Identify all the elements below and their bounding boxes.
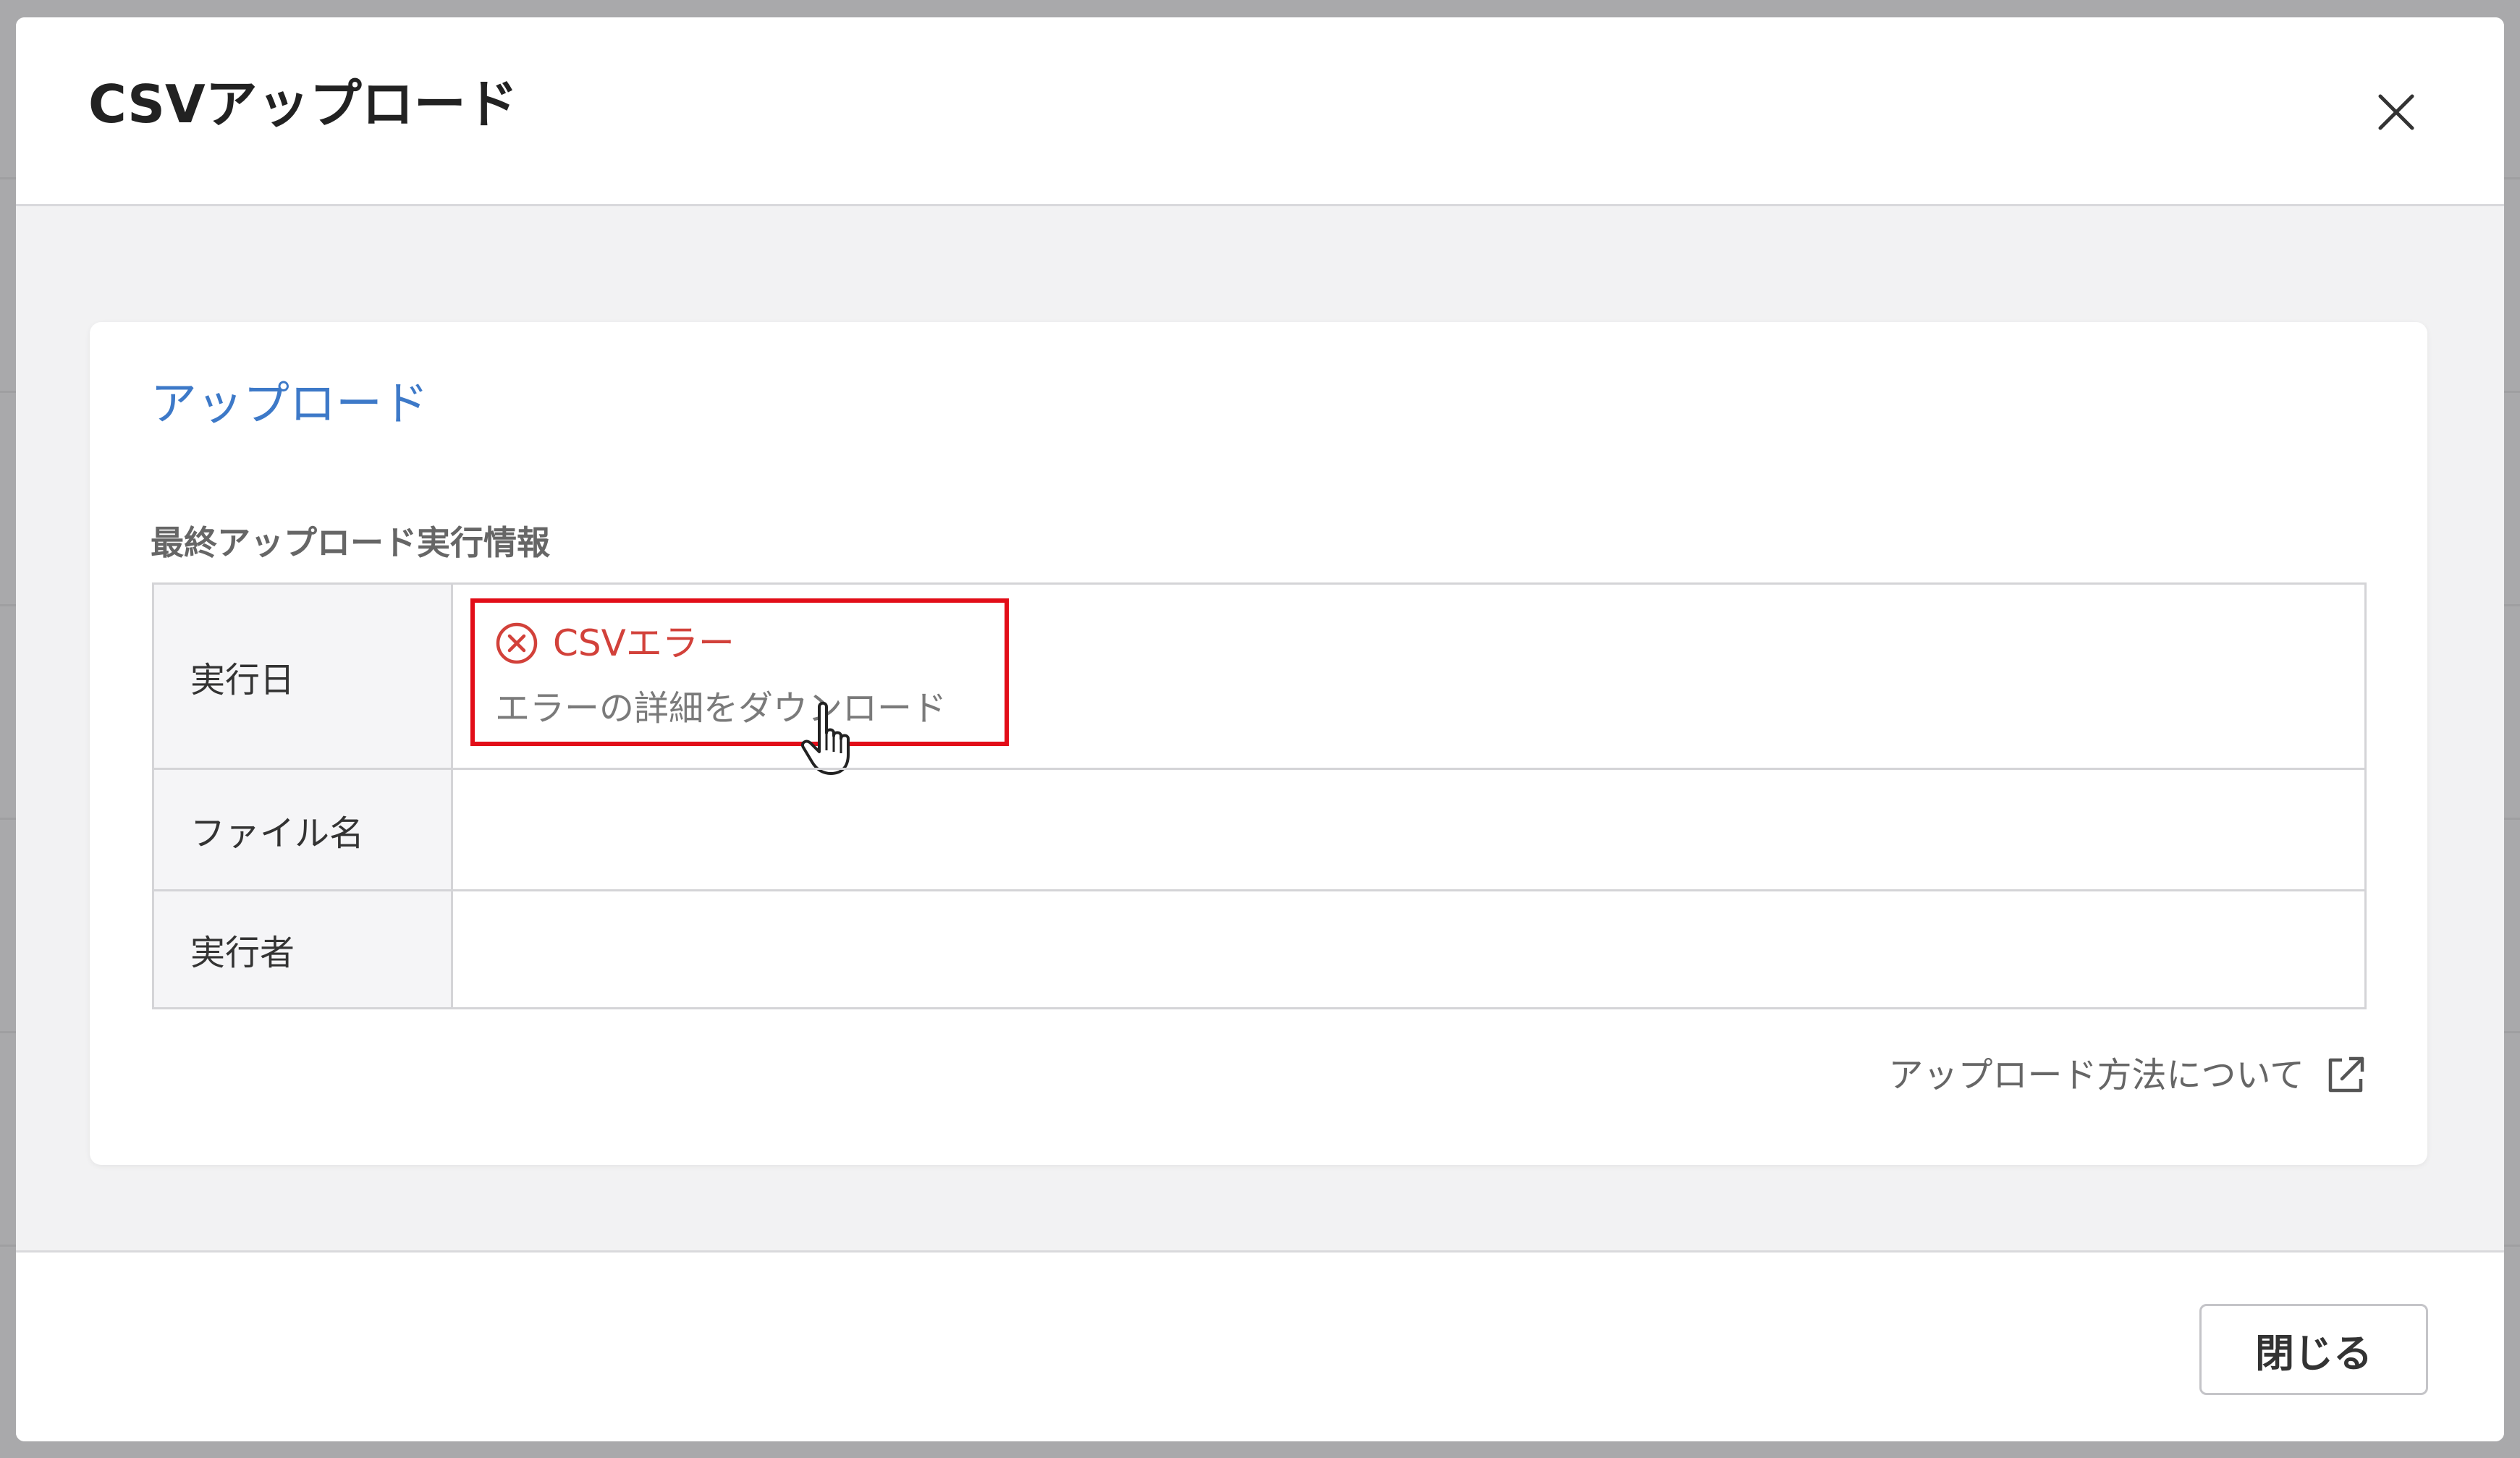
modal-footer: 閉じる (16, 1250, 2504, 1441)
modal-title: CSVアップロード (88, 74, 518, 135)
close-x-glyph (2378, 94, 2414, 130)
table-row-filename: ファイル名 (154, 768, 2364, 889)
close-button[interactable]: 閉じる (2199, 1304, 2428, 1395)
close-icon[interactable] (2364, 80, 2429, 145)
row-value-executor (453, 891, 2364, 1007)
help-link-text: アップロード方法について (1888, 1055, 2304, 1095)
row-label: 実行日 (154, 585, 453, 768)
table-row-executor: 実行者 (154, 889, 2364, 1007)
csv-upload-modal: CSVアップロード アップロード 最終アップロード実行情報 実行日 CSVエラー… (16, 17, 2504, 1441)
status-line: CSVエラー (495, 622, 735, 665)
row-label: 実行者 (154, 891, 453, 1007)
row-value-date: CSVエラー エラーの詳細をダウンロード (453, 585, 2364, 775)
table-row-date: 実行日 CSVエラー エラーの詳細をダウンロード (154, 585, 2364, 775)
modal-header: CSVアップロード (16, 17, 2504, 206)
modal-body: アップロード 最終アップロード実行情報 実行日 CSVエラー エラーの詳細をダウ… (16, 206, 2504, 1250)
section-label: 最終アップロード実行情報 (151, 523, 550, 562)
error-highlight-box: CSVエラー エラーの詳細をダウンロード (470, 598, 1009, 775)
upload-help-link[interactable]: アップロード方法について (1888, 1054, 2367, 1096)
row-label: ファイル名 (154, 770, 453, 889)
upload-card: アップロード 最終アップロード実行情報 実行日 CSVエラー エラーの詳細をダウ… (90, 322, 2427, 1165)
status-text: CSVエラー (553, 622, 735, 664)
row-value-filename (453, 770, 2364, 889)
upload-info-table: 実行日 CSVエラー エラーの詳細をダウンロード ファイル名 実行者 (152, 582, 2367, 1009)
error-circle-x-icon (496, 622, 538, 664)
card-title: アップロード (151, 378, 428, 431)
download-error-details-link[interactable]: エラーの詳細をダウンロード (495, 691, 947, 726)
hand-pointer-icon (801, 701, 850, 775)
external-link-icon (2328, 1056, 2364, 1093)
